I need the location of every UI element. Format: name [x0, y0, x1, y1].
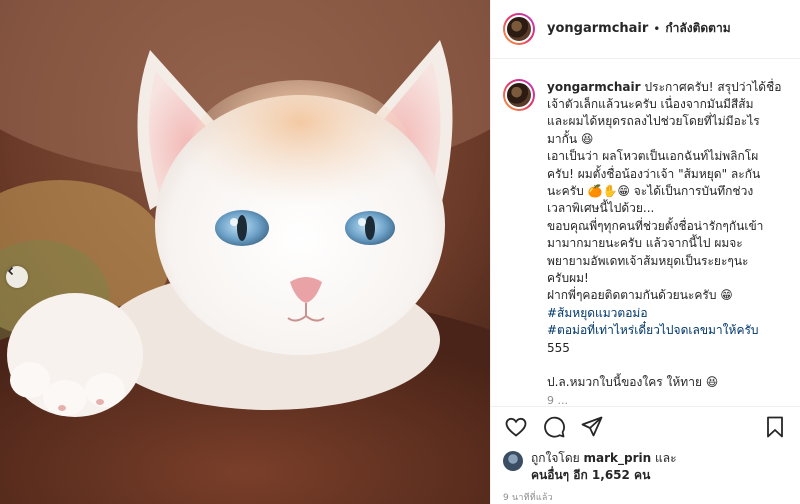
save-button[interactable] — [762, 414, 788, 440]
caption-line: เจ้าตัวเล็กแล้วนะครับ เนื่องจากมันมีสีส้… — [547, 96, 754, 111]
caption-line: นะครับ 🍊✋😁 จะได้เป็นการบันทึกช่วง — [547, 183, 754, 198]
comment-bubble-icon — [544, 416, 565, 438]
caption-line: ฝากพี่ๆคอยติดตามกันด้วยนะครับ 😁 — [547, 288, 733, 303]
comments-area: yongarmchair ประกาศครับ! สรุปว่าได้ชื่อ เ… — [491, 59, 800, 407]
bookmark-icon — [767, 416, 783, 438]
caption-line: เวลาพิเศษนี้ไปด้วย... — [547, 201, 655, 216]
like-button[interactable] — [503, 414, 529, 440]
caption-line: พยายามอัพเดทเจ้าส้มหยุดเป็นระยะๆนะ — [547, 253, 749, 268]
header-username[interactable]: yongarmchair — [547, 21, 648, 36]
liker-avatar[interactable] — [503, 451, 523, 471]
likes-and: และ — [655, 451, 677, 465]
chevron-left-icon — [7, 266, 14, 276]
caption-line: ครับผม! — [547, 270, 589, 285]
post-photo[interactable] — [0, 0, 490, 504]
caption-avatar[interactable] — [503, 78, 535, 111]
instagram-post: yongarmchair • กำลังติดตาม yongarmchair ป… — [0, 0, 800, 504]
share-button[interactable] — [579, 414, 605, 440]
kitten-photo — [0, 0, 490, 504]
caption-line: และผมได้หยุดรถลงไปช่วยโดยที่ไม่มีอะไร — [547, 114, 760, 129]
likes-text: ถูกใจโดย mark_prin และ คนอื่นๆ อีก 1,652… — [531, 450, 677, 484]
hashtag-link[interactable]: #ส้มหยุดแมวตอม่อ — [547, 305, 788, 322]
caption-cutoff-line: 9 ... — [547, 393, 568, 407]
caption-line: ขอบคุณพี่ๆทุกคนที่ช่วยตั้งชื่อน่ารักๆกัน… — [547, 218, 764, 233]
likes-prefix: ถูกใจโดย — [531, 451, 580, 465]
separator-dot: • — [653, 21, 661, 36]
caption-line: เอาเป็นว่า ผลโหวตเป็นเอกฉันท์ไม่พลิกโผ — [547, 149, 759, 164]
heart-icon — [505, 417, 527, 437]
paper-plane-icon — [581, 416, 603, 437]
likes-summary: ถูกใจโดย mark_prin และ คนอื่นๆ อีก 1,652… — [491, 446, 800, 484]
action-bar — [491, 406, 800, 446]
post-side-panel: yongarmchair • กำลังติดตาม yongarmchair ป… — [490, 0, 800, 504]
post-timestamp[interactable]: 9 นาทีที่แล้ว — [491, 484, 800, 504]
caption-line: ป.ล.หมวกใบนี้ของใคร ให้ทาย 😆 — [547, 375, 719, 390]
comment-button[interactable] — [541, 414, 567, 440]
caption-line — [547, 357, 788, 374]
caption-line: มามากมายนะครับ แล้วจากนี้ไป ผมจะ — [547, 236, 743, 251]
likes-others-link[interactable]: คนอื่นๆ อีก 1,652 คน — [531, 468, 650, 482]
carousel-prev-button[interactable] — [6, 266, 28, 288]
liker-username[interactable]: mark_prin — [584, 451, 652, 465]
caption-line: มากั้น 😆 — [547, 131, 594, 146]
caption-line: ประกาศครับ! สรุปว่าได้ชื่อ — [644, 79, 782, 94]
avatar[interactable] — [503, 12, 535, 45]
post-caption: yongarmchair ประกาศครับ! สรุปว่าได้ชื่อ เ… — [547, 79, 788, 407]
following-button[interactable]: กำลังติดตาม — [665, 19, 730, 38]
hashtag-link[interactable]: #ตอม่อที่เท่าไหร่เดี๋ยวไปจดเลขมาให้ครับ — [547, 322, 788, 339]
post-header: yongarmchair • กำลังติดตาม — [491, 0, 800, 59]
caption-username[interactable]: yongarmchair — [547, 80, 641, 94]
caption-line: ครับ! ผมตั้งชื่อน้องว่าเจ้า "ส้มหยุด" ละ… — [547, 166, 761, 181]
caption-line: 555 — [547, 340, 570, 355]
